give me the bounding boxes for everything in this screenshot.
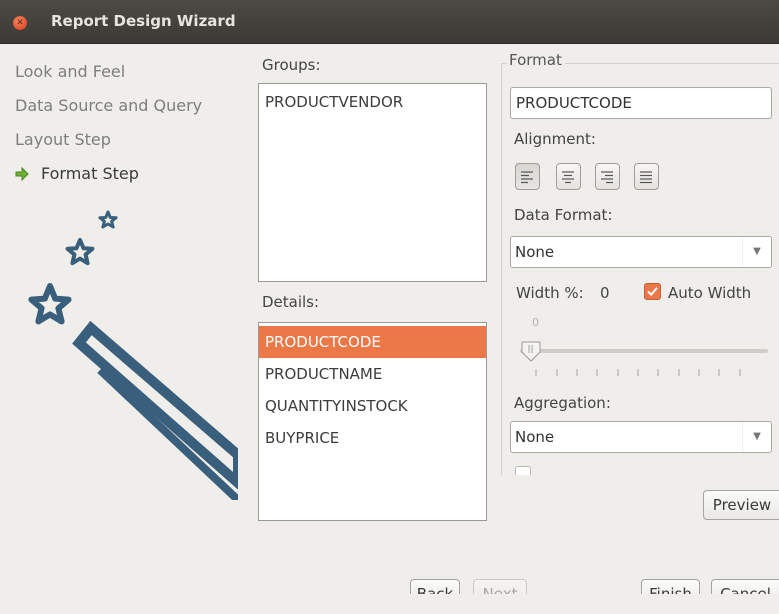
wizard-wand-stars-icon: [28, 210, 238, 500]
window-bottom-strip: [0, 594, 779, 614]
title-bar: ✕ Report Design Wizard: [0, 0, 779, 44]
details-list[interactable]: PRODUCTCODE PRODUCTNAME QUANTITYINSTOCK …: [258, 322, 487, 521]
data-format-label: Data Format:: [514, 206, 613, 224]
preview-button[interactable]: Preview: [703, 490, 779, 520]
close-window-button[interactable]: ✕: [13, 16, 27, 30]
details-list-item-selected[interactable]: PRODUCTCODE: [259, 326, 486, 358]
aggregation-label: Aggregation:: [514, 394, 611, 412]
align-left-button[interactable]: [515, 163, 540, 190]
auto-width-label: Auto Width: [668, 284, 752, 302]
groups-list-item[interactable]: PRODUCTVENDOR: [259, 86, 486, 118]
align-center-button[interactable]: [556, 163, 581, 190]
data-format-select[interactable]: None ▼: [510, 236, 772, 268]
aggregation-value: None: [515, 428, 555, 446]
clipped-checkbox[interactable]: [515, 466, 531, 475]
step-format[interactable]: Format Step: [41, 164, 139, 183]
current-step-arrow-icon: [15, 166, 29, 182]
data-format-value: None: [515, 243, 555, 261]
details-list-item[interactable]: BUYPRICE: [259, 422, 486, 454]
window-title: Report Design Wizard: [51, 12, 236, 30]
width-slider-track[interactable]: [520, 349, 768, 353]
groups-list[interactable]: PRODUCTVENDOR: [258, 83, 487, 282]
details-label: Details:: [262, 293, 320, 311]
aggregation-select[interactable]: None ▼: [510, 421, 772, 453]
format-group: [501, 63, 779, 475]
step-layout[interactable]: Layout Step: [15, 130, 111, 149]
chevron-down-icon: ▼: [742, 237, 771, 267]
auto-width-checkbox[interactable]: [644, 283, 661, 300]
align-justify-icon: [640, 171, 652, 184]
step-look-and-feel[interactable]: Look and Feel: [15, 62, 125, 81]
chevron-down-icon: ▼: [742, 422, 771, 452]
details-list-item[interactable]: QUANTITYINSTOCK: [259, 390, 486, 422]
checkmark-icon: [647, 287, 658, 297]
wizard-window: ✕ Report Design Wizard Look and Feel Dat…: [0, 0, 779, 614]
step-data-source-and-query[interactable]: Data Source and Query: [15, 96, 202, 115]
width-slider-thumb[interactable]: [520, 338, 556, 364]
format-field-input[interactable]: PRODUCTCODE: [510, 87, 772, 119]
groups-label: Groups:: [262, 56, 321, 74]
align-right-button[interactable]: [595, 163, 620, 190]
details-list-item[interactable]: PRODUCTNAME: [259, 358, 486, 390]
width-percent-label: Width %:: [516, 284, 584, 302]
align-center-icon: [562, 171, 574, 184]
slider-value-label: 0: [532, 316, 539, 329]
align-left-icon: [521, 171, 533, 184]
width-percent-value: 0: [600, 284, 610, 302]
slider-ticks: [535, 369, 741, 376]
alignment-label: Alignment:: [514, 130, 596, 148]
align-justify-button[interactable]: [634, 163, 659, 190]
format-legend: Format: [507, 51, 565, 69]
align-right-icon: [601, 171, 613, 184]
